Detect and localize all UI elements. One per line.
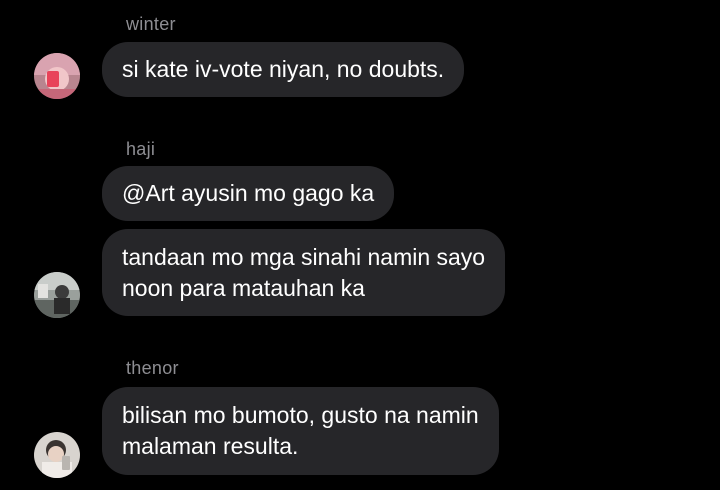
sender-name: haji — [126, 139, 156, 159]
message-line: noon para matauhan ka — [122, 274, 365, 301]
message-line: si kate iv-vote niyan, no doubts. — [122, 56, 445, 82]
thenor-avatar-icon[interactable] — [34, 432, 80, 478]
message-line: malaman resulta. — [122, 433, 299, 459]
sender-name: thenor — [126, 358, 179, 378]
message-line: bilisan mo bumoto, gusto na namin — [122, 402, 479, 428]
sender-name: winter — [126, 14, 176, 34]
haji-avatar-icon[interactable] — [34, 272, 80, 318]
message-bubble[interactable]: bilisan mo bumoto, gusto na namin malama… — [102, 387, 499, 475]
message-bubble[interactable]: si kate iv-vote niyan, no doubts. — [102, 42, 465, 97]
message-line: @Art ayusin mo gago ka — [122, 180, 375, 206]
message-bubble[interactable]: @Art ayusin mo gago ka — [102, 166, 395, 221]
message-line: tandaan mo mga sinahi namin sayo — [122, 243, 486, 270]
message-bubble[interactable]: tandaan mo mga sinahi namin sayo noon pa… — [102, 229, 506, 316]
winter-avatar-icon[interactable] — [34, 53, 80, 99]
